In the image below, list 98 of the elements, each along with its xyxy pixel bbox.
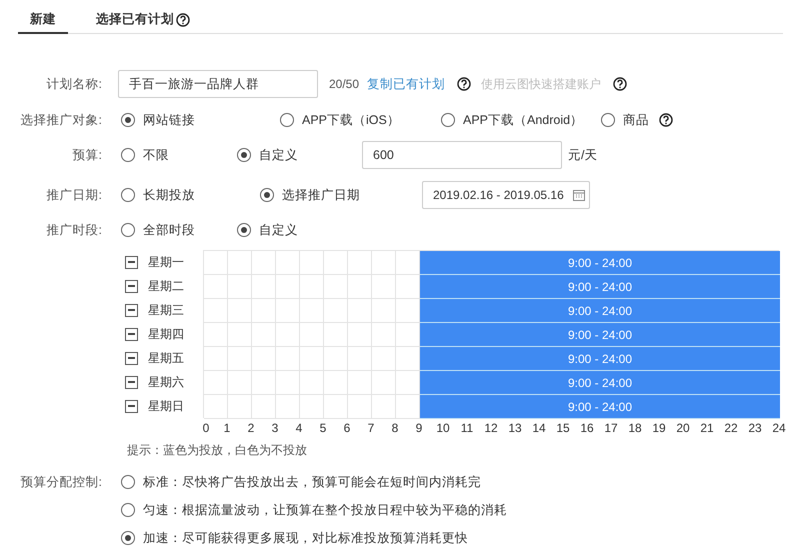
radio-option[interactable]: 匀速：根据流量波动，让预算在整个投放日程中较为平稳的消耗 bbox=[121, 500, 507, 520]
radio-option[interactable]: 标准：尽快将广告投放出去，预算可能会在短时间内消耗完 bbox=[121, 472, 507, 492]
radio-option[interactable]: APP下载（iOS） bbox=[280, 110, 441, 130]
hour-tick: 21 bbox=[700, 420, 714, 437]
radio-button[interactable] bbox=[121, 223, 135, 237]
hour-tick: 6 bbox=[344, 420, 350, 437]
help-icon[interactable] bbox=[457, 77, 472, 91]
radio-option[interactable]: 加速：尽可能获得更多展现，对比标准投放预算消耗更快 bbox=[121, 528, 507, 548]
radio-option[interactable]: APP下载（Android） bbox=[441, 110, 601, 130]
hour-tick: 18 bbox=[628, 420, 642, 437]
day-label: 星期三 bbox=[148, 302, 184, 319]
hour-tick: 24 bbox=[772, 420, 786, 437]
hour-tick: 20 bbox=[676, 420, 690, 437]
day-checkbox[interactable] bbox=[125, 280, 138, 292]
radio-option[interactable]: 全部时段 bbox=[121, 220, 237, 240]
plan-name-field[interactable]: 手百一旅游一品牌人群 bbox=[118, 70, 318, 98]
day-checkbox[interactable] bbox=[125, 256, 138, 268]
radio-label: APP下载（Android） bbox=[463, 112, 584, 129]
radio-option[interactable]: 长期投放 bbox=[121, 186, 260, 204]
radio-button[interactable] bbox=[121, 188, 135, 202]
field-label: 预算分配控制: bbox=[20, 474, 103, 491]
day-checkbox[interactable] bbox=[125, 328, 138, 340]
hour-tick: 12 bbox=[484, 420, 498, 437]
field-label: 预算: bbox=[72, 146, 103, 164]
radio-button[interactable] bbox=[121, 503, 135, 517]
hour-tick: 7 bbox=[368, 420, 374, 437]
day-label: 星期五 bbox=[148, 350, 184, 367]
help-icon[interactable] bbox=[613, 77, 628, 91]
hour-tick: 14 bbox=[532, 420, 546, 437]
day-label: 星期日 bbox=[148, 398, 184, 415]
day-label: 星期二 bbox=[148, 278, 184, 295]
hour-tick: 1 bbox=[224, 420, 230, 437]
radio-button[interactable] bbox=[121, 475, 135, 489]
day-checkbox[interactable] bbox=[125, 376, 138, 388]
radio-label: 长期投放 bbox=[143, 186, 195, 204]
radio-option[interactable]: 选择推广日期 bbox=[260, 186, 422, 204]
tab[interactable]: 选择已有计划 bbox=[84, 6, 202, 33]
hour-tick: 16 bbox=[580, 420, 594, 437]
hour-tick: 4 bbox=[296, 420, 302, 437]
hour-tick: 2 bbox=[248, 420, 254, 437]
radio-button[interactable] bbox=[441, 113, 455, 127]
field-label: 推广日期: bbox=[46, 186, 103, 204]
radio-label: 商品 bbox=[623, 112, 649, 129]
radio-option[interactable]: 自定义 bbox=[237, 220, 353, 240]
radio-label: 自定义 bbox=[259, 222, 298, 239]
radio-label: 网站链接 bbox=[143, 112, 195, 129]
budget-field[interactable]: 600 bbox=[362, 141, 562, 169]
radio-option[interactable]: 自定义 bbox=[237, 146, 362, 164]
radio-option[interactable]: 不限 bbox=[121, 146, 237, 164]
radio-button[interactable] bbox=[121, 531, 135, 545]
day-checkbox[interactable] bbox=[125, 304, 138, 316]
character-counter: 20/50 bbox=[329, 76, 360, 93]
hour-tick: 23 bbox=[748, 420, 762, 437]
field-label: 选择推广对象: bbox=[20, 112, 103, 129]
radio-label: 不限 bbox=[143, 146, 169, 164]
radio-button[interactable] bbox=[121, 148, 135, 162]
calendar-icon bbox=[573, 189, 585, 201]
field-label: 推广时段: bbox=[46, 222, 103, 239]
hour-tick: 13 bbox=[508, 420, 522, 437]
help-icon[interactable] bbox=[176, 12, 190, 26]
hour-tick: 8 bbox=[392, 420, 398, 437]
radio-option[interactable]: 网站链接 bbox=[121, 110, 280, 130]
hour-tick: 10 bbox=[436, 420, 450, 437]
hour-tick: 3 bbox=[272, 420, 278, 437]
hour-tick: 19 bbox=[652, 420, 666, 437]
radio-option[interactable]: 商品 bbox=[601, 110, 701, 130]
tab[interactable]: 新建 bbox=[18, 6, 68, 34]
hour-tick: 11 bbox=[460, 420, 474, 437]
radio-button[interactable] bbox=[280, 113, 294, 127]
radio-label: 匀速：根据流量波动，让预算在整个投放日程中较为平稳的消耗 bbox=[143, 502, 507, 519]
day-checkbox[interactable] bbox=[125, 352, 138, 364]
help-icon[interactable] bbox=[659, 113, 673, 127]
day-label: 星期四 bbox=[148, 326, 184, 343]
day-checkbox[interactable] bbox=[125, 400, 138, 412]
radio-button[interactable] bbox=[237, 148, 251, 162]
hour-tick: 9 bbox=[416, 420, 422, 437]
date-range-picker[interactable]: 2019.02.16 - 2019.05.16 bbox=[422, 181, 590, 209]
radio-label: 自定义 bbox=[259, 146, 298, 164]
hour-tick: 5 bbox=[320, 420, 326, 437]
radio-label: 标准：尽快将广告投放出去，预算可能会在短时间内消耗完 bbox=[143, 474, 481, 491]
day-label: 星期六 bbox=[148, 374, 184, 391]
day-label: 星期一 bbox=[148, 254, 184, 271]
hour-tick: 0 bbox=[202, 420, 210, 437]
hour-tick: 22 bbox=[724, 420, 738, 437]
radio-label: 选择推广日期 bbox=[282, 186, 360, 204]
radio-label: 全部时段 bbox=[143, 222, 195, 239]
hour-tick: 15 bbox=[556, 420, 570, 437]
radio-button[interactable] bbox=[260, 188, 274, 202]
field-label: 计划名称: bbox=[46, 76, 103, 93]
copy-plan-link[interactable]: 复制已有计划 bbox=[367, 74, 446, 94]
radio-button[interactable] bbox=[121, 113, 135, 127]
radio-label: APP下载（iOS） bbox=[302, 112, 400, 129]
budget-unit: 元/天 bbox=[568, 146, 598, 164]
radio-label: 加速：尽可能获得更多展现，对比标准投放预算消耗更快 bbox=[143, 530, 468, 547]
radio-button[interactable] bbox=[601, 113, 615, 127]
radio-button[interactable] bbox=[237, 223, 251, 237]
schedule-hint: 提示：蓝色为投放，白色为不投放 bbox=[127, 442, 307, 459]
hour-tick: 17 bbox=[604, 420, 618, 437]
